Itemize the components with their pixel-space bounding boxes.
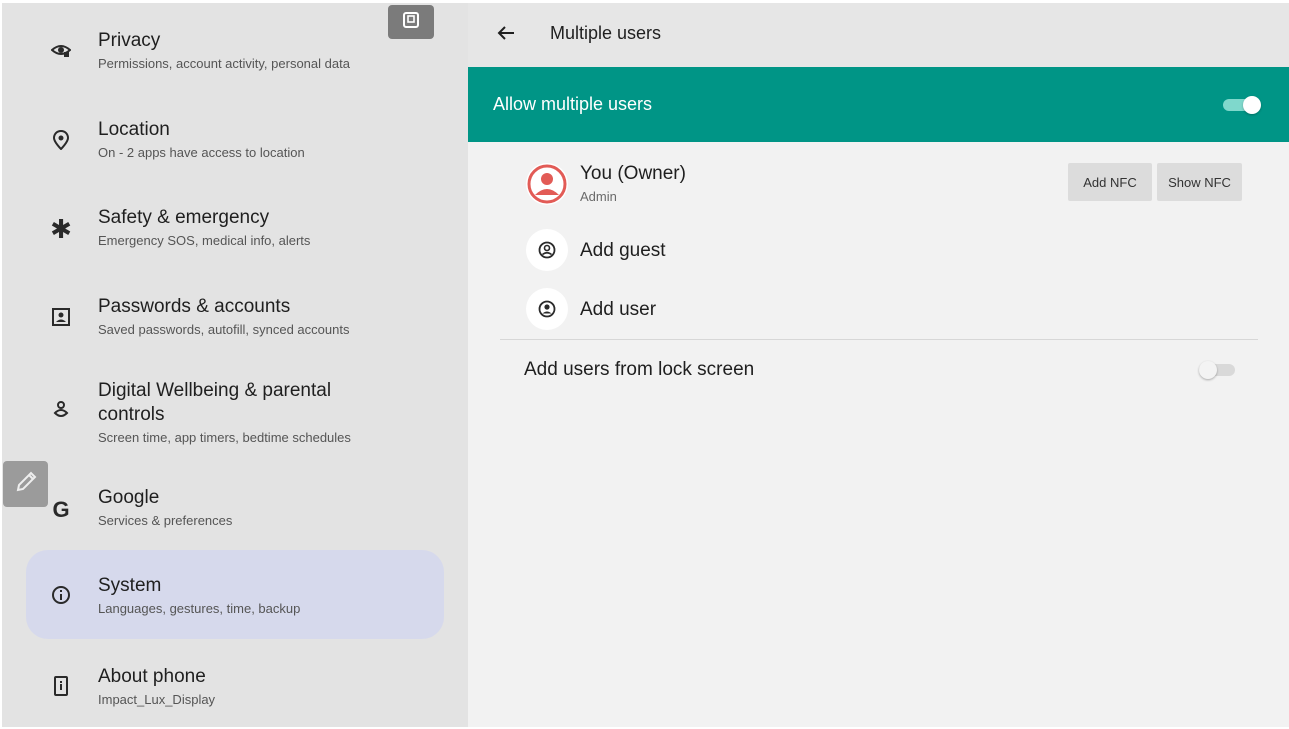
settings-item-privacy[interactable]: Privacy Permissions, account activity, p… (26, 25, 444, 81)
phone-icon (50, 675, 72, 697)
settings-item-title: Privacy (98, 30, 161, 51)
settings-item-title: Location (98, 119, 170, 140)
owner-role: Admin (580, 189, 617, 204)
add-user-label: Add user (580, 299, 657, 320)
settings-item-title: Google (98, 487, 160, 508)
owner-name: You (Owner) (580, 163, 686, 184)
account-box-icon (50, 306, 72, 328)
window-icon (402, 11, 420, 34)
add-user-icon (538, 300, 556, 318)
settings-item-about-phone[interactable]: About phone Impact_Lux_Display (26, 660, 444, 716)
settings-item-subtitle: Permissions, account activity, personal … (98, 56, 350, 71)
wellbeing-icon (50, 400, 72, 422)
settings-item-subtitle: Services & preferences (98, 513, 233, 528)
back-arrow-icon[interactable] (494, 21, 518, 45)
add-user-row[interactable]: Add user (468, 288, 1289, 334)
settings-item-digital-wellbeing[interactable]: Digital Wellbeing & parental controls Sc… (26, 373, 444, 449)
settings-item-subtitle: Screen time, app timers, bedtime schedul… (98, 430, 351, 445)
page-title: Multiple users (550, 23, 662, 43)
settings-item-title-line2: controls (98, 404, 165, 425)
location-pin-icon (50, 129, 72, 151)
settings-item-title: Passwords & accounts (98, 296, 291, 317)
user-avatar (526, 288, 568, 330)
person-icon (527, 164, 567, 204)
google-g-icon: G (52, 497, 70, 522)
add-guest-label: Add guest (580, 240, 666, 261)
add-users-lock-screen-label: Add users from lock screen (524, 359, 755, 380)
divider (500, 339, 1258, 340)
multiple-users-pane: Multiple users Allow multiple users You … (468, 3, 1289, 727)
allow-multiple-users-row[interactable]: Allow multiple users (468, 67, 1289, 142)
add-users-lock-screen-toggle[interactable] (1199, 361, 1237, 379)
show-nfc-button[interactable]: Show NFC (1157, 163, 1242, 201)
screen: Privacy Permissions, account activity, p… (2, 3, 1289, 727)
add-users-lock-screen-row[interactable]: Add users from lock screen (468, 353, 1289, 389)
allow-multiple-users-label: Allow multiple users (493, 94, 653, 114)
owner-user-row[interactable]: You (Owner) Admin Add NFC Show NFC (468, 163, 1289, 209)
settings-item-title: System (98, 575, 162, 596)
settings-item-subtitle: Languages, gestures, time, backup (98, 601, 301, 616)
allow-multiple-users-toggle[interactable] (1223, 96, 1261, 114)
settings-item-safety[interactable]: ✱ Safety & emergency Emergency SOS, medi… (26, 201, 444, 257)
toggle-thumb (1243, 96, 1261, 114)
settings-item-title: Digital Wellbeing & parental (98, 380, 332, 401)
privacy-eye-icon (50, 39, 72, 61)
settings-item-title: About phone (98, 666, 206, 687)
settings-item-passwords[interactable]: Passwords & accounts Saved passwords, au… (26, 290, 444, 346)
pencil-icon (13, 469, 39, 500)
settings-item-system[interactable]: System Languages, gestures, time, backup (26, 550, 444, 639)
toggle-thumb (1199, 361, 1217, 379)
guest-avatar (526, 229, 568, 271)
owner-avatar (526, 163, 568, 205)
edit-overlay-button[interactable] (3, 461, 48, 507)
add-nfc-button[interactable]: Add NFC (1068, 163, 1152, 201)
guest-icon (538, 241, 556, 259)
add-guest-row[interactable]: Add guest (468, 229, 1289, 275)
settings-item-title: Safety & emergency (98, 207, 270, 228)
top-app-bar: Multiple users (468, 3, 1289, 67)
settings-item-google[interactable]: G Google Services & preferences (26, 481, 444, 537)
settings-item-location[interactable]: Location On - 2 apps have access to loca… (26, 113, 444, 169)
asterisk-icon: ✱ (50, 213, 72, 244)
settings-item-subtitle: On - 2 apps have access to location (98, 145, 305, 160)
floating-window-button[interactable] (388, 5, 434, 39)
info-icon (50, 584, 72, 606)
settings-item-subtitle: Saved passwords, autofill, synced accoun… (98, 322, 350, 337)
settings-item-subtitle: Emergency SOS, medical info, alerts (98, 233, 311, 248)
settings-list: Privacy Permissions, account activity, p… (2, 3, 468, 727)
settings-item-subtitle: Impact_Lux_Display (98, 692, 216, 707)
